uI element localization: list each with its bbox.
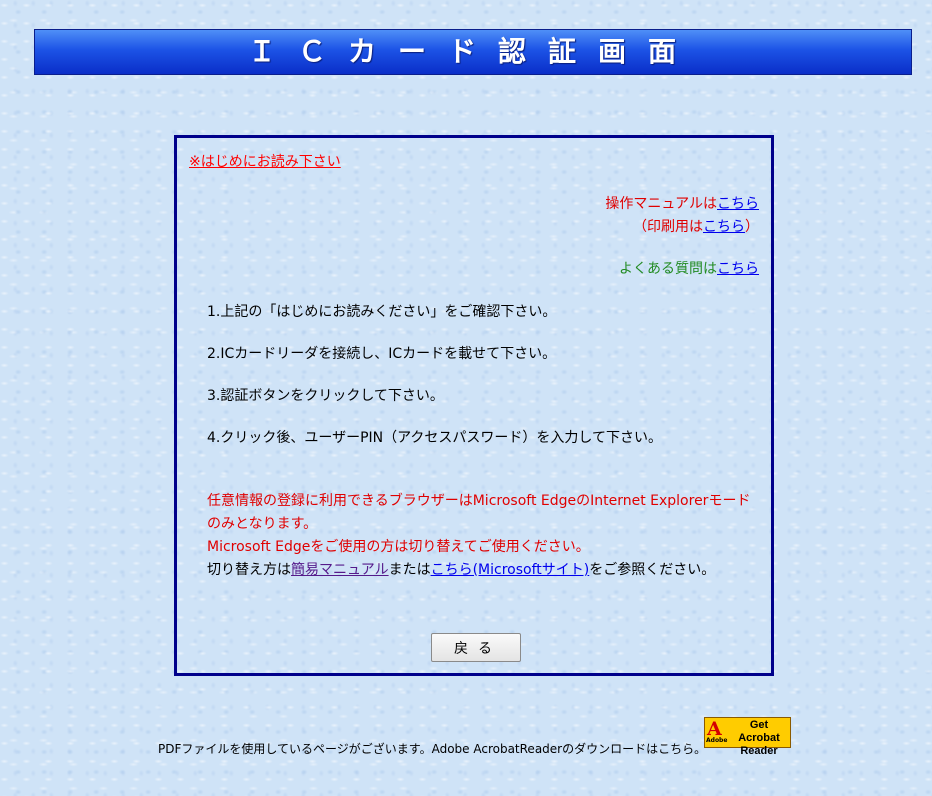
warning-line-3: 切り替え方は簡易マニュアルまたはこちら(Microsoftサイト)をご参照くださ… bbox=[207, 559, 763, 582]
acrobat-badge-text: Get Acrobat Reader bbox=[728, 719, 790, 758]
acrobat-badge-line-1: Get Acrobat bbox=[738, 719, 780, 744]
faq-line: よくある質問はこちら bbox=[619, 258, 759, 278]
get-acrobat-reader-badge[interactable]: A Adobe Get Acrobat Reader bbox=[704, 717, 791, 757]
print-suffix: ） bbox=[745, 219, 759, 235]
step-3: 3.認証ボタンをクリックして下さい。 bbox=[207, 388, 444, 404]
faq-prefix: よくある質問は bbox=[619, 261, 717, 277]
warning-line-1: 任意情報の登録に利用できるブラウザーはMicrosoft EdgeのIntern… bbox=[207, 493, 751, 532]
warning-line-3-middle: または bbox=[388, 562, 431, 578]
page-title: ＩＣカード認証画面 bbox=[34, 29, 912, 75]
warning-line-3-suffix: をご参照ください。 bbox=[589, 562, 716, 578]
auth-panel: ※はじめにお読み下さい 操作マニュアルはこちら （印刷用はこちら） よくある質問… bbox=[174, 135, 774, 676]
read-first-link[interactable]: ※はじめにお読み下さい bbox=[189, 151, 341, 171]
step-1: 1.上記の「はじめにお読みください」をご確認下さい。 bbox=[207, 304, 557, 320]
print-manual-link[interactable]: こちら bbox=[703, 219, 745, 235]
browser-warning: 任意情報の登録に利用できるブラウザーはMicrosoft EdgeのIntern… bbox=[207, 490, 763, 582]
microsoft-site-link[interactable]: こちら(Microsoftサイト) bbox=[431, 562, 590, 578]
adobe-brand-text: Adobe bbox=[706, 737, 728, 744]
step-4: 4.クリック後、ユーザーPIN（アクセスパスワード）を入力して下さい。 bbox=[207, 430, 662, 446]
print-manual-line: （印刷用はこちら） bbox=[633, 216, 759, 236]
adobe-logo-icon: A Adobe bbox=[706, 718, 728, 746]
faq-link[interactable]: こちら bbox=[717, 261, 759, 277]
manual-line: 操作マニュアルはこちら bbox=[605, 193, 759, 213]
back-button[interactable]: 戻る bbox=[431, 633, 521, 662]
simple-manual-link[interactable]: 簡易マニュアル bbox=[291, 562, 389, 578]
manual-prefix: 操作マニュアルは bbox=[605, 196, 717, 212]
warning-line-3-prefix: 切り替え方は bbox=[207, 562, 291, 578]
pdf-footer-text: PDFファイルを使用しているページがございます。Adobe AcrobatRea… bbox=[158, 742, 707, 756]
acrobat-badge-line-2: Reader bbox=[740, 745, 778, 757]
print-prefix: （印刷用は bbox=[633, 219, 703, 235]
manual-link[interactable]: こちら bbox=[717, 196, 759, 212]
warning-line-2: Microsoft Edgeをご使用の方は切り替えてご使用ください。 bbox=[207, 539, 590, 555]
step-2: 2.ICカードリーダを接続し、ICカードを載せて下さい。 bbox=[207, 346, 557, 362]
